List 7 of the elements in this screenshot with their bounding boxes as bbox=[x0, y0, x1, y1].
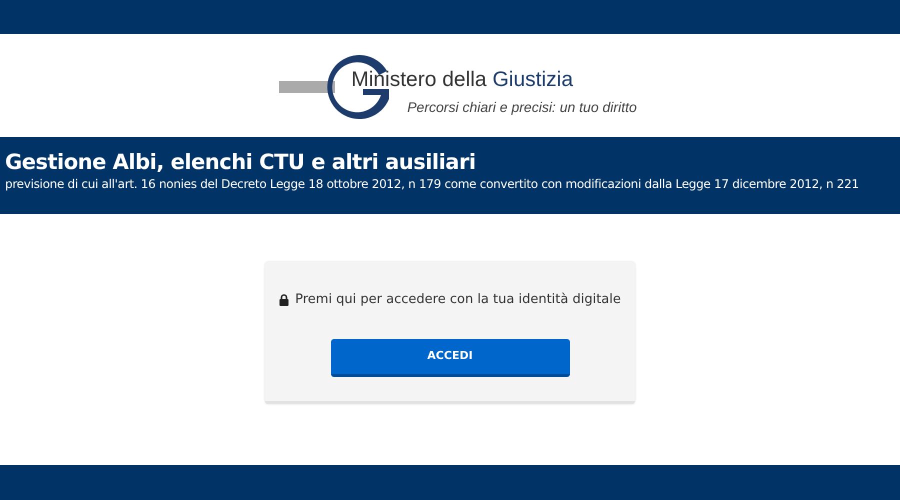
login-prompt: Premi qui per accedere con la tua identità digitale bbox=[295, 291, 621, 309]
logo-text: Ministero della Giustizia bbox=[351, 66, 574, 92]
lock-icon bbox=[279, 294, 290, 306]
page-title: Gestione Albi, elenchi CTU e altri ausiliari bbox=[5, 149, 477, 175]
accedi-button[interactable]: ACCEDI bbox=[330, 338, 570, 376]
logo-tagline: Percorsi chiari e precisi: un tuo diritto bbox=[407, 98, 637, 117]
page-subtitle: previsione di cui all'art. 16 nonies del Decreto Legge 18 ottobre 2012, n 179 come convertito con modificazioni dalla Legge 17 dicembre 2012, n 221 bbox=[5, 176, 860, 193]
